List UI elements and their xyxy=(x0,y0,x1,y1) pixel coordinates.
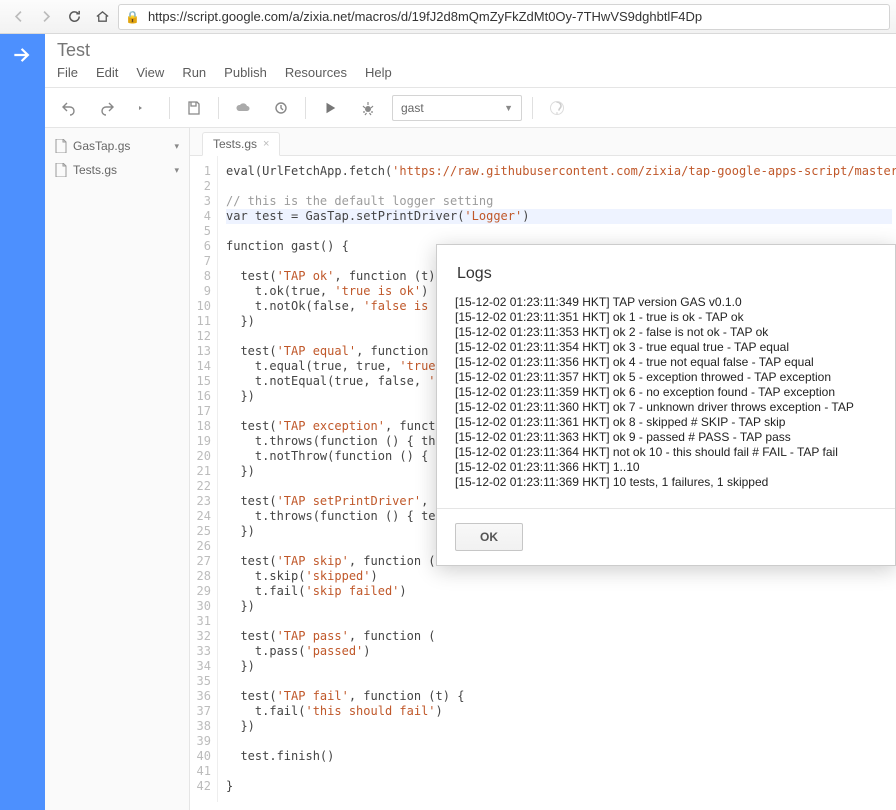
address-bar[interactable]: 🔒 xyxy=(118,4,890,30)
menu-resources[interactable]: Resources xyxy=(285,65,347,80)
toolbar: gast ▼ xyxy=(45,88,896,128)
log-line: [15-12-02 01:23:11:363 HKT] ok 9 - passe… xyxy=(455,430,877,445)
url-input[interactable] xyxy=(146,8,883,25)
reload-button[interactable] xyxy=(62,5,86,29)
debug-button[interactable] xyxy=(354,94,382,122)
file-name: GasTap.gs xyxy=(73,139,130,153)
deploy-button[interactable] xyxy=(229,94,257,122)
chevron-down-icon: ▼ xyxy=(504,103,513,113)
log-line: [15-12-02 01:23:11:359 HKT] ok 6 - no ex… xyxy=(455,385,877,400)
logs-dialog: Logs [15-12-02 01:23:11:349 HKT] TAP ver… xyxy=(436,244,896,566)
file-item[interactable]: GasTap.gs ▾ xyxy=(45,134,189,158)
file-name: Tests.gs xyxy=(73,163,117,177)
function-selector[interactable]: gast ▼ xyxy=(392,95,522,121)
menu-publish[interactable]: Publish xyxy=(224,65,267,80)
app-header: Test File Edit View Run Publish Resources Help xyxy=(45,34,896,88)
menu-bar: File Edit View Run Publish Resources Help xyxy=(57,65,884,80)
log-line: [15-12-02 01:23:11:364 HKT] not ok 10 - … xyxy=(455,445,877,460)
google-bar-rail xyxy=(0,34,45,810)
log-line: [15-12-02 01:23:11:360 HKT] ok 7 - unkno… xyxy=(455,400,877,415)
file-sidebar: GasTap.gs ▾ Tests.gs ▾ xyxy=(45,128,190,810)
log-line: [15-12-02 01:23:11:349 HKT] TAP version … xyxy=(455,295,877,310)
editor-tabs: Tests.gs × xyxy=(190,128,896,156)
undo-button[interactable] xyxy=(55,94,83,122)
menu-view[interactable]: View xyxy=(136,65,164,80)
forward-button[interactable] xyxy=(34,5,58,29)
menu-help[interactable]: Help xyxy=(365,65,392,80)
dialog-actions: OK xyxy=(437,508,895,565)
browser-toolbar: 🔒 xyxy=(0,0,896,34)
toolbar-divider xyxy=(532,97,533,119)
ok-button[interactable]: OK xyxy=(455,523,523,551)
editor-tab-label: Tests.gs xyxy=(213,137,257,151)
log-line: [15-12-02 01:23:11:353 HKT] ok 2 - false… xyxy=(455,325,877,340)
help-button[interactable] xyxy=(543,94,571,122)
file-item[interactable]: Tests.gs ▾ xyxy=(45,158,189,182)
log-line: [15-12-02 01:23:11:354 HKT] ok 3 - true … xyxy=(455,340,877,355)
chevron-down-icon[interactable]: ▾ xyxy=(174,165,179,176)
file-icon xyxy=(55,163,67,177)
dialog-body: [15-12-02 01:23:11:349 HKT] TAP version … xyxy=(437,295,895,508)
log-line: [15-12-02 01:23:11:357 HKT] ok 5 - excep… xyxy=(455,370,877,385)
triggers-button[interactable] xyxy=(267,94,295,122)
document-title[interactable]: Test xyxy=(57,40,884,61)
chevron-down-icon[interactable]: ▾ xyxy=(174,141,179,152)
toolbar-divider xyxy=(305,97,306,119)
file-icon xyxy=(55,139,67,153)
save-button[interactable] xyxy=(180,94,208,122)
home-button[interactable] xyxy=(90,5,114,29)
arrow-forward-icon xyxy=(10,42,36,68)
menu-run[interactable]: Run xyxy=(182,65,206,80)
log-line: [15-12-02 01:23:11:356 HKT] ok 4 - true … xyxy=(455,355,877,370)
dialog-title: Logs xyxy=(437,245,895,295)
menu-file[interactable]: File xyxy=(57,65,78,80)
editor-tab[interactable]: Tests.gs × xyxy=(202,132,280,156)
toolbar-divider xyxy=(218,97,219,119)
back-button[interactable] xyxy=(6,5,30,29)
toolbar-divider xyxy=(169,97,170,119)
log-line: [15-12-02 01:23:11:369 HKT] 10 tests, 1 … xyxy=(455,475,877,490)
close-icon[interactable]: × xyxy=(263,138,269,150)
log-line: [15-12-02 01:23:11:366 HKT] 1..10 xyxy=(455,460,877,475)
redo-button[interactable] xyxy=(93,94,121,122)
log-line: [15-12-02 01:23:11:351 HKT] ok 1 - true … xyxy=(455,310,877,325)
run-button[interactable] xyxy=(316,94,344,122)
log-line: [15-12-02 01:23:11:361 HKT] ok 8 - skipp… xyxy=(455,415,877,430)
line-gutter: 1234567891011121314151617181920212223242… xyxy=(190,156,218,802)
function-selector-label: gast xyxy=(401,101,424,115)
menu-edit[interactable]: Edit xyxy=(96,65,118,80)
indent-button[interactable] xyxy=(131,94,159,122)
lock-icon: 🔒 xyxy=(125,10,140,24)
